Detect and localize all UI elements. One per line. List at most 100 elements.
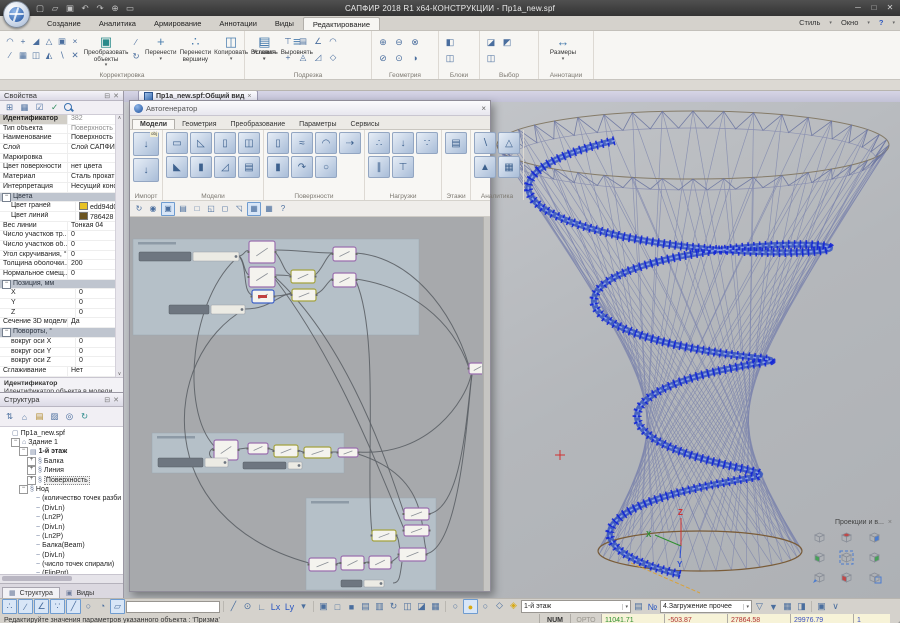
minimize-button[interactable]: ─ [850, 0, 866, 14]
mesh-grid-icon[interactable]: ▦ [498, 156, 520, 178]
panel-tab-Структура[interactable]: ▦Структура [2, 587, 60, 598]
mirror-icon[interactable]: ◭ [43, 49, 55, 61]
filter-table-icon[interactable]: ▦ [781, 600, 794, 613]
trim-compass-icon[interactable]: ◬ [297, 51, 309, 63]
wedge-icon[interactable]: ◺ [190, 132, 212, 154]
save-icon[interactable]: ▣ [64, 2, 76, 14]
autogenerator-window[interactable]: Автогенератор × МоделиГеометрияПреобразо… [129, 100, 491, 592]
tree-node-label[interactable]: Здание 1 [28, 439, 58, 446]
trim-poly-icon[interactable]: ◇ [327, 51, 339, 63]
mesh-outline-icon[interactable]: △ [498, 132, 520, 154]
close-panel-icon[interactable]: ✕ [113, 92, 119, 100]
copy-props-icon[interactable]: ▣ [317, 600, 330, 613]
load-group-icon[interactable]: ∵ [416, 132, 438, 154]
offset-surface-icon[interactable]: ◑ [408, 51, 422, 65]
load-point-icon[interactable]: ↓ [392, 132, 414, 154]
lamp-off-icon[interactable]: ○ [449, 599, 462, 612]
help-menu[interactable]: ? [879, 18, 884, 27]
collapse-icon[interactable]: − [11, 438, 20, 447]
tree-node-label[interactable]: (Ln2P) [42, 514, 63, 521]
view-rotate-icon[interactable] [812, 570, 827, 585]
panels-icon[interactable]: ◫ [30, 49, 42, 61]
window-menu[interactable]: Окно [841, 18, 858, 27]
trim-cross-icon[interactable]: ⊤ [282, 35, 294, 47]
load-line-icon[interactable]: ∥ [368, 156, 390, 178]
intersect-icon[interactable]: ⊗ [408, 35, 422, 49]
paste-icon[interactable]: ◪ [415, 600, 428, 613]
graph-node[interactable] [469, 363, 482, 374]
select-below-icon[interactable]: ◩ [500, 35, 514, 49]
tree-item[interactable]: ~(число точек спирали) [0, 560, 123, 569]
pin-icon[interactable]: ⊟ [104, 92, 110, 100]
pin-icon[interactable]: ⊟ [104, 396, 110, 404]
cube-lamp2-icon[interactable]: ◈ [507, 599, 520, 612]
color-swatch[interactable] [79, 202, 88, 210]
filter-icon[interactable]: ▽ [753, 600, 766, 613]
new-frame-icon[interactable]: □ [331, 600, 344, 613]
eye-icon[interactable]: ◉ [147, 203, 159, 215]
tree-node-label[interactable]: Поверхность [44, 476, 90, 485]
spline-surface-icon[interactable]: ≈ [291, 132, 313, 154]
snap-perp-icon[interactable]: ∠ [34, 599, 49, 614]
snap-axis-icon[interactable]: ╱ [66, 599, 81, 614]
collapse-icon[interactable]: − [19, 485, 28, 494]
view-pair-icon[interactable] [867, 570, 882, 585]
tree-node-label[interactable]: Пр1a_new.spf [21, 430, 65, 437]
maximize-button[interactable]: □ [866, 0, 882, 14]
slab-icon[interactable]: ▭ [166, 132, 188, 154]
refresh-icon[interactable]: ↻ [78, 410, 91, 423]
app-logo-icon[interactable] [3, 1, 30, 28]
color-swatch[interactable] [79, 212, 88, 220]
checked-props-icon[interactable]: ☑ [33, 101, 46, 114]
shell-icon[interactable]: ◠ [315, 132, 337, 154]
union-icon[interactable]: ⊕ [376, 35, 390, 49]
undo-icon[interactable]: ↶ [79, 2, 91, 14]
slice-icon[interactable]: ⊙ [392, 51, 406, 65]
tree-node-label[interactable]: 1-й этаж [39, 448, 68, 455]
copy-sheet-icon[interactable]: ▤ [33, 410, 46, 423]
graph-slider[interactable] [341, 580, 362, 587]
tree-item[interactable]: ~(DivLn) [0, 550, 123, 559]
properties-scrollbar[interactable]: ∧∨ [115, 115, 123, 377]
ribbon-tab-1[interactable]: Аналитика [90, 17, 145, 30]
regen-icon[interactable]: ↻ [133, 203, 145, 215]
box-icon[interactable]: ▮ [267, 156, 289, 178]
expand-icon[interactable]: + [27, 457, 36, 466]
tree-node-label[interactable]: (DivLn) [42, 524, 65, 531]
ribbon-tab-0[interactable]: Создание [38, 17, 90, 30]
spline-icon[interactable]: ◢ [30, 35, 42, 47]
revolve-icon[interactable]: ↷ [291, 156, 313, 178]
view-iso-icon[interactable] [812, 530, 827, 545]
autogen-tab-0[interactable]: Модели [132, 119, 175, 129]
autogenerator-close-icon[interactable]: × [481, 104, 486, 113]
copy-button[interactable]: ◫ Копировать▾ [214, 33, 248, 62]
divide-icon[interactable]: + [17, 35, 29, 47]
floor-select[interactable]: 1-й этаж ▾ [521, 600, 631, 613]
node-graph-scrollbar[interactable] [483, 217, 490, 591]
select-above-icon[interactable]: ◪ [484, 35, 498, 49]
view-left-icon[interactable] [812, 550, 827, 565]
autogen-tab-3[interactable]: Параметры [292, 120, 343, 129]
frame-del-icon[interactable]: ◹ [233, 203, 245, 215]
ribbon-tab-5[interactable]: Редактирование [303, 17, 380, 30]
array-icon[interactable]: ▦ [17, 49, 29, 61]
num-indicator[interactable]: NUM [539, 614, 570, 623]
axis-icon[interactable]: ∖ [474, 132, 496, 154]
property-group-row[interactable]: −Повороты, ° [0, 328, 123, 338]
sort-levels-icon[interactable]: ⇅ [3, 410, 16, 423]
move-button[interactable]: + Перенести▾ [145, 33, 177, 62]
snap-points-icon[interactable]: ∴ [2, 599, 17, 614]
tree-node-label[interactable]: (DivLn) [42, 552, 65, 559]
tree-item[interactable]: −⌂Здание 1 [0, 438, 123, 447]
close-button[interactable]: ✕ [882, 0, 898, 14]
trim-arc-icon[interactable]: ◠ [327, 35, 339, 47]
lock-x-icon[interactable]: Lx [269, 600, 282, 613]
workplane-icon[interactable]: ▱ [110, 599, 125, 614]
orbit-arrow-icon[interactable]: ◔ [96, 599, 109, 612]
tree-item[interactable]: +§Линия [0, 466, 123, 475]
graph-slider[interactable] [139, 252, 191, 261]
view-back-icon[interactable] [867, 530, 882, 545]
frame-copy-icon[interactable]: ◱ [205, 203, 217, 215]
tree-node-label[interactable]: Балка [44, 458, 64, 465]
graph-slider[interactable] [158, 458, 203, 467]
